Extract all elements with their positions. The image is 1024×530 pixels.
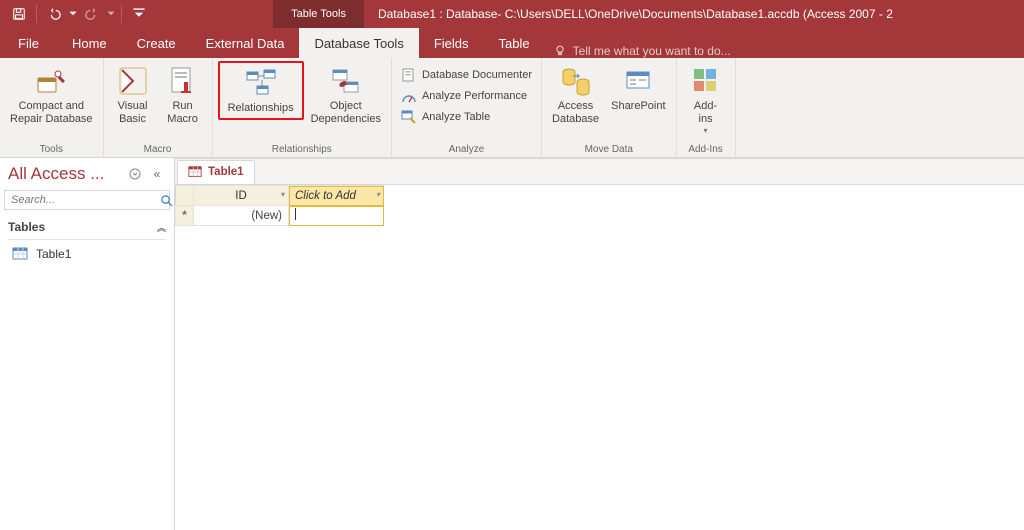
tab-file[interactable]: File <box>0 28 57 58</box>
chevron-down-icon: ▾ <box>704 126 708 136</box>
nav-category-title[interactable]: All Access ... <box>8 164 122 184</box>
analyze-performance-label: Analyze Performance <box>422 90 527 102</box>
access-database-button[interactable]: Access Database <box>547 61 604 129</box>
tab-home[interactable]: Home <box>57 28 122 58</box>
nav-item-table1[interactable]: Table1 <box>8 240 166 268</box>
column-header-id[interactable]: ID ▾ <box>194 186 289 206</box>
addins-icon <box>689 64 723 98</box>
bulb-icon <box>553 44 567 58</box>
save-icon[interactable] <box>6 2 32 26</box>
visual-basic-label: Visual Basic <box>118 100 148 126</box>
group-relationships-label: Relationships <box>218 143 386 157</box>
document-tab-table1[interactable]: Table1 <box>177 160 255 184</box>
group-addins-label: Add-Ins <box>682 143 730 157</box>
navigation-pane: All Access ... « Tables ︽ Table1 <box>0 158 175 530</box>
addins-button[interactable]: Add- ins ▾ <box>682 61 730 139</box>
document-tab-label: Table1 <box>208 166 244 178</box>
run-macro-icon <box>166 64 200 98</box>
analyze-performance-button[interactable]: Analyze Performance <box>397 86 536 106</box>
qat-customize-icon[interactable] <box>126 2 152 26</box>
access-database-label: Access Database <box>552 100 599 126</box>
database-documenter-icon <box>401 67 417 83</box>
analyze-table-label: Analyze Table <box>422 111 490 123</box>
group-analyze-label: Analyze <box>397 143 536 157</box>
analyze-table-button[interactable]: Analyze Table <box>397 107 536 127</box>
visual-basic-icon <box>116 64 150 98</box>
row-selector[interactable]: * <box>176 206 194 226</box>
database-documenter-label: Database Documenter <box>422 69 532 81</box>
relationships-button[interactable]: Relationships <box>218 61 304 120</box>
tab-database-tools[interactable]: Database Tools <box>299 28 418 58</box>
cell-id[interactable]: (New) <box>194 206 289 226</box>
nav-search-box[interactable] <box>4 190 170 210</box>
nav-search-input[interactable] <box>5 191 160 209</box>
cell-new-entry[interactable] <box>289 206 384 226</box>
nav-group-tables[interactable]: Tables ︽ <box>8 218 166 240</box>
group-move-label: Move Data <box>547 143 671 157</box>
compact-repair-button[interactable]: Compact and Repair Database <box>5 61 98 129</box>
contextual-tab-label: Table Tools <box>273 0 364 28</box>
tab-create[interactable]: Create <box>122 28 191 58</box>
table-icon <box>188 165 202 179</box>
nav-collapse-button[interactable]: « <box>148 165 166 183</box>
nav-item-label: Table1 <box>36 247 71 261</box>
group-macro-label: Macro <box>109 143 207 157</box>
window-title: Database1 : Database- C:\Users\DELL\OneD… <box>378 7 893 21</box>
redo-icon[interactable] <box>79 2 105 26</box>
select-all-corner[interactable] <box>176 186 194 206</box>
object-dependencies-icon <box>329 64 363 98</box>
undo-dropdown-icon[interactable] <box>67 2 79 26</box>
analyze-performance-icon <box>401 88 417 104</box>
sharepoint-label: SharePoint <box>611 100 665 113</box>
relationships-icon <box>244 66 278 100</box>
run-macro-label: Run Macro <box>167 100 198 126</box>
column-header-add-label: Click to Add <box>295 190 356 202</box>
analyze-table-icon <box>401 109 417 125</box>
tell-me-placeholder: Tell me what you want to do... <box>573 44 731 58</box>
redo-dropdown-icon[interactable] <box>105 2 117 26</box>
database-documenter-button[interactable]: Database Documenter <box>397 65 536 85</box>
column-header-id-label: ID <box>235 190 247 202</box>
tell-me-search[interactable]: Tell me what you want to do... <box>553 44 731 58</box>
access-database-icon <box>559 64 593 98</box>
compact-repair-icon <box>34 64 68 98</box>
addins-label: Add- ins <box>694 100 717 126</box>
relationships-label: Relationships <box>228 102 294 115</box>
table-row[interactable]: * (New) <box>176 206 384 226</box>
sharepoint-button[interactable]: SharePoint <box>606 61 670 116</box>
sharepoint-icon <box>621 64 655 98</box>
tab-fields[interactable]: Fields <box>419 28 484 58</box>
group-tools-label: Tools <box>5 143 98 157</box>
run-macro-button[interactable]: Run Macro <box>159 61 207 129</box>
object-dependencies-button[interactable]: Object Dependencies <box>306 61 386 129</box>
compact-repair-label: Compact and Repair Database <box>10 100 93 126</box>
column-dropdown-icon[interactable]: ▾ <box>281 190 285 199</box>
object-dependencies-label: Object Dependencies <box>311 100 381 126</box>
table-icon <box>12 246 28 262</box>
tab-table[interactable]: Table <box>484 28 545 58</box>
column-dropdown-icon[interactable]: ▾ <box>376 190 380 199</box>
nav-category-dropdown[interactable] <box>126 165 144 183</box>
nav-group-tables-label: Tables <box>8 220 45 234</box>
tab-external-data[interactable]: External Data <box>191 28 300 58</box>
chevron-up-icon: ︽ <box>157 221 166 234</box>
visual-basic-button[interactable]: Visual Basic <box>109 61 157 129</box>
undo-icon[interactable] <box>41 2 67 26</box>
column-header-add[interactable]: Click to Add ▾ <box>289 186 384 206</box>
search-icon[interactable] <box>160 194 173 207</box>
